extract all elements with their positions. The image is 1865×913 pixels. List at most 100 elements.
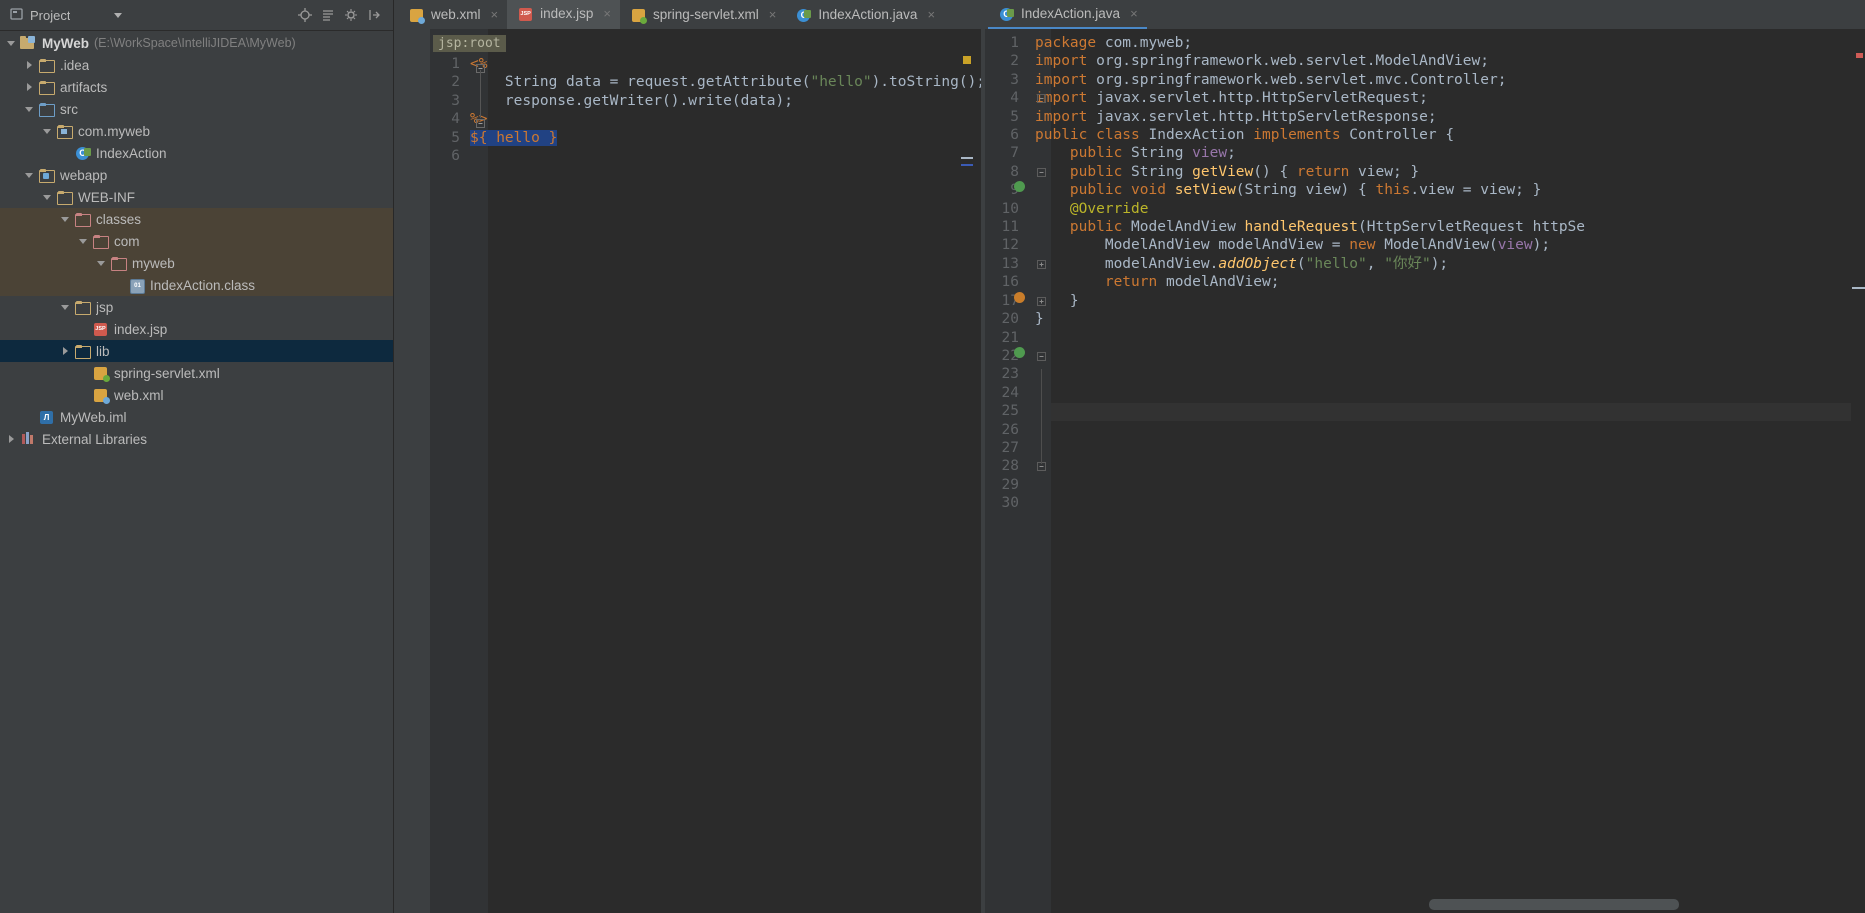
override-marker-icon[interactable] [1014,347,1025,358]
tree-item-src[interactable]: src [0,98,393,120]
tab-close-icon[interactable]: × [927,7,935,22]
java-fold-marker-22[interactable] [1037,349,1046,364]
java-fold-marker-17[interactable] [1037,294,1046,309]
code-line[interactable]: public void setView(String view) { this.… [1035,181,1585,199]
chevron-down-icon[interactable] [114,13,122,18]
tree-item-com-myweb[interactable]: com.myweb [0,120,393,142]
code-line[interactable]: } [1035,310,1585,328]
tree-item-web-xml[interactable]: web.xml [0,384,393,406]
warning-stripe-marker[interactable] [963,56,971,64]
code-line[interactable]: ModelAndView modelAndView = new ModelAnd… [1035,236,1585,254]
tree-item-spring-servlet-xml[interactable]: spring-servlet.xml [0,362,393,384]
tree-toggle-right-icon[interactable] [60,345,72,357]
tab-indexaction-java[interactable]: CIndexAction.java× [785,0,944,29]
java-horizontal-scrollbar[interactable] [1429,899,1679,910]
tree-toggle-down-icon[interactable] [96,257,108,269]
tree-item-myweb[interactable]: myweb [0,252,393,274]
code-line[interactable]: import org.springframework.web.servlet.M… [1035,52,1585,70]
tab-spring-servlet-xml[interactable]: spring-servlet.xml× [620,0,785,29]
line-number: 12 [985,236,1019,254]
tree-toggle-down-icon[interactable] [6,37,18,49]
tree-item-artifacts[interactable]: artifacts [0,76,393,98]
code-line[interactable]: String data = request.getAttribute("hell… [470,73,985,91]
tab-close-icon[interactable]: × [1130,6,1138,21]
tab-close-icon[interactable]: × [491,7,499,22]
line-number: 4 [430,110,460,128]
tab-web-xml[interactable]: web.xml× [398,0,507,29]
tab-indexaction-java[interactable]: CIndexAction.java× [988,0,1147,29]
project-tree[interactable]: MyWeb(E:\WorkSpace\IntelliJIDEA\MyWeb).i… [0,30,393,913]
code-line[interactable]: import org.springframework.web.servlet.m… [1035,71,1585,89]
code-token [1035,274,1105,290]
error-stripe-red[interactable] [1856,53,1863,58]
line-number: 30 [985,494,1019,512]
code-line[interactable]: %> [470,110,985,128]
tree-toggle-down-icon[interactable] [42,125,54,137]
code-line[interactable]: public String view; [1035,144,1585,162]
java-fold-marker-3[interactable] [1037,91,1046,106]
tree-toggle-down-icon[interactable] [24,169,36,181]
jsp-code-content[interactable]: <% String data = request.getAttribute("h… [470,55,985,147]
tab-index-jsp[interactable]: JSPindex.jsp× [507,0,620,29]
tree-toggle-right-icon[interactable] [6,433,18,445]
code-line[interactable]: response.getWriter().write(data); [470,92,985,110]
jsp-breadcrumb[interactable]: jsp:root [433,35,506,52]
collapse-all-icon[interactable] [321,8,335,22]
code-line[interactable]: @Override [1035,200,1585,218]
tree-item-jsp[interactable]: jsp [0,296,393,318]
code-line[interactable]: } [1035,292,1585,310]
line-number: 5 [985,108,1019,126]
code-line[interactable]: public ModelAndView handleRequest(HttpSe… [1035,218,1585,236]
setter-marker-icon[interactable] [1014,292,1025,303]
code-line[interactable]: public class IndexAction implements Cont… [1035,126,1585,144]
code-line[interactable]: <% [470,55,985,73]
line-number: 6 [985,126,1019,144]
tree-toggle-down-icon[interactable] [60,301,72,313]
tree-item-indexaction-class[interactable]: 01IndexAction.class [0,274,393,296]
code-token: org.springframework.web.servlet.ModelAnd… [1087,53,1489,69]
project-view-selector[interactable]: Project [4,5,128,26]
tree-spacer [78,367,90,379]
code-line[interactable]: public String getView() { return view; } [1035,163,1585,181]
tree-toggle-down-icon[interactable] [78,235,90,247]
code-line[interactable]: package com.myweb; [1035,34,1585,52]
tree-item-lib[interactable]: lib [0,340,393,362]
tree-item-com[interactable]: com [0,230,393,252]
tree-toggle-right-icon[interactable] [24,81,36,93]
tree-item-external-libraries[interactable]: External Libraries [0,428,393,450]
tree-item-webapp[interactable]: webapp [0,164,393,186]
code-line[interactable]: ${ hello } [470,129,985,147]
code-token: setView [1175,182,1236,198]
fold-marker-close-icon[interactable] [476,116,485,131]
tree-item-classes[interactable]: classes [0,208,393,230]
left-editor-tabs[interactable]: web.xml×JSPindex.jsp×spring-servlet.xml×… [398,0,944,29]
tree-item-idea[interactable]: .idea [0,54,393,76]
jsp-fold-bar[interactable] [474,29,488,913]
right-editor-tabs[interactable]: CIndexAction.java× [988,0,1147,29]
tree-item-web-inf[interactable]: WEB-INF [0,186,393,208]
java-fold-marker-13[interactable] [1037,257,1046,272]
tab-close-icon[interactable]: × [603,6,611,21]
tree-toggle-down-icon[interactable] [60,213,72,225]
tab-close-icon[interactable]: × [769,7,777,22]
tree-toggle-right-icon[interactable] [24,59,36,71]
implements-marker-icon[interactable] [1014,181,1025,192]
target-icon[interactable] [298,8,312,22]
tree-toggle-down-icon[interactable] [24,103,36,115]
tree-item-indexaction[interactable]: CIndexAction [0,142,393,164]
code-line[interactable]: modelAndView.addObject("hello", "你好"); [1035,255,1585,273]
tree-item-myweb[interactable]: MyWeb(E:\WorkSpace\IntelliJIDEA\MyWeb) [0,32,393,54]
tree-item-index-jsp[interactable]: JSPindex.jsp [0,318,393,340]
tree-toggle-down-icon[interactable] [42,191,54,203]
libraries-icon [20,431,37,447]
gear-icon[interactable] [344,8,358,22]
code-line[interactable]: import javax.servlet.http.HttpServletRes… [1035,108,1585,126]
tree-item-myweb-iml[interactable]: ЛMyWeb.iml [0,406,393,428]
code-line[interactable]: return modelAndView; [1035,273,1585,291]
java-code-content[interactable]: package com.myweb;import org.springframe… [1035,34,1585,329]
hide-panel-icon[interactable] [367,8,381,22]
tree-item-label: artifacts [60,80,107,95]
code-token: ( [1297,256,1306,272]
java-fold-marker-7[interactable] [1037,165,1046,180]
code-line[interactable]: import javax.servlet.http.HttpServletReq… [1035,89,1585,107]
